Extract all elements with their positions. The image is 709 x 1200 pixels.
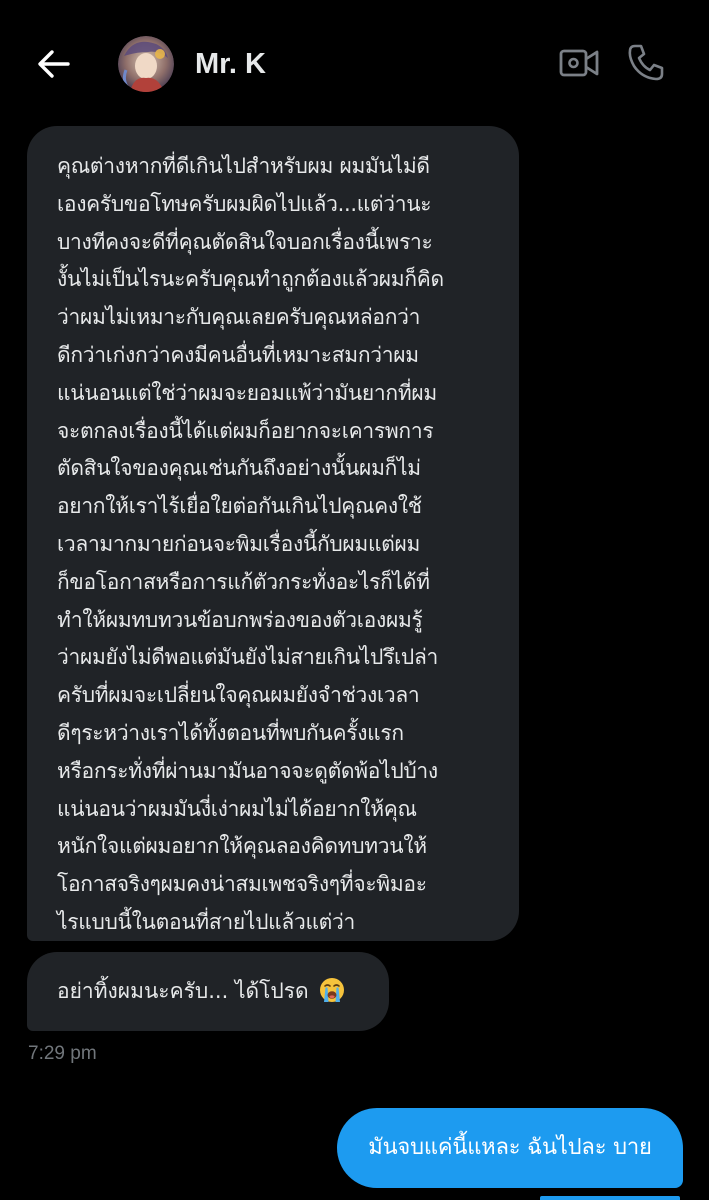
outgoing-message[interactable]: มันจบแค่นี้แหละ ฉันไปละ บาย: [337, 1108, 683, 1188]
message-text: อย่าทิ้งผมนะครับ... ได้โปรด: [57, 979, 309, 1003]
message-text-line: ตัดสินใจของคุณเช่นกันถึงอย่างนั้นผมก็ไม่: [57, 456, 421, 481]
chat-header: Mr. K: [0, 0, 709, 128]
back-button[interactable]: [34, 44, 74, 84]
video-call-button[interactable]: [558, 44, 600, 82]
video-camera-icon: [559, 49, 599, 77]
incoming-message-long[interactable]: คุณต่างหากที่ดีเกินไปสำหรับผม ผมมันไม่ดี…: [27, 126, 519, 941]
message-text-line: แน่นอนว่าผมมันงี่เง่าผมไม่ได้อยากให้คุณ: [57, 796, 417, 821]
message-text-line: ว่าผมไม่เหมาะกับคุณเลยครับคุณหล่อกว่า: [57, 305, 421, 330]
message-text-line: บางทีคงจะดีที่คุณตัดสินใจบอกเรื่องนี้เพร…: [57, 229, 433, 254]
contact-name[interactable]: Mr. K: [195, 44, 266, 84]
message-text-line: งั้นไม่เป็นไรนะครับคุณทำถูกต้องแล้วผมก็ค…: [57, 267, 444, 292]
message-timestamp: 7:29 pm: [28, 1043, 97, 1064]
message-text-line: ไรแบบนี้ในตอนที่สายไปแล้วแต่ว่า: [57, 909, 356, 934]
avatar[interactable]: [118, 36, 174, 92]
message-text-line: ครับที่ผมจะเปลี่ยนใจคุณผมยังจำช่วงเวลา: [57, 683, 420, 708]
message-text-line: ว่าผมยังไม่ดีพอแต่มันยังไม่สายเกินไปรึเป…: [57, 645, 439, 670]
message-text-line: จะตกลงเรื่องนี้ได้แต่ผมก็อยากจะเคารพการ: [57, 418, 434, 443]
message-text-line: แน่นอนแต่ใช่ว่าผมจะยอมแพ้ว่ามันยากที่ผม: [57, 380, 437, 405]
message-text-line: โอกาสจริงๆผมคงน่าสมเพชจริงๆที่จะพิมอะ: [57, 872, 427, 897]
message-text-line: อยากให้เราไร้เยื่อใยต่อกันเกินไปคุณคงใช้: [57, 494, 422, 519]
arrow-left-icon: [38, 50, 70, 78]
message-text-line: หรือกระทั่งที่ผ่านมามันอาจจะดูตัดพ้อไปบ้…: [57, 758, 438, 783]
message-text-line: เองครับขอโทษครับผมผิดไปแล้ว...แต่ว่านะ: [57, 191, 432, 216]
message-text-line: ทำให้ผมทบทวนข้อบกพร่องของตัวเองผมรู้: [57, 607, 423, 632]
avatar-image: [118, 36, 174, 92]
voice-call-button[interactable]: [626, 42, 666, 82]
message-text-line: หนักใจแต่ผมอยากให้คุณลองคิดทบทวนให้: [57, 834, 427, 859]
message-text-line: เวลามากมายก่อนจะพิมเรื่องนี้กับผมแต่ผม: [57, 531, 421, 556]
loudly-crying-face-icon: [319, 957, 345, 1002]
message-text-line: ดีๆระหว่างเราได้ทั้งตอนที่พบกันครั้งแรก: [57, 720, 404, 745]
message-text-line: ดีกว่าเก่งกว่าคงมีคนอื่นที่เหมาะสมกว่าผม: [57, 342, 419, 367]
message-text-line: ก็ขอโอกาสหรือการแก้ตัวกระทั่งอะไรก็ได้ที…: [57, 569, 430, 594]
next-message-edge: [540, 1196, 680, 1200]
incoming-message-short[interactable]: อย่าทิ้งผมนะครับ... ได้โปรด: [27, 952, 389, 1031]
message-text-line: คุณต่างหากที่ดีเกินไปสำหรับผม ผมมันไม่ดี: [57, 154, 430, 178]
phone-icon: [628, 44, 664, 81]
